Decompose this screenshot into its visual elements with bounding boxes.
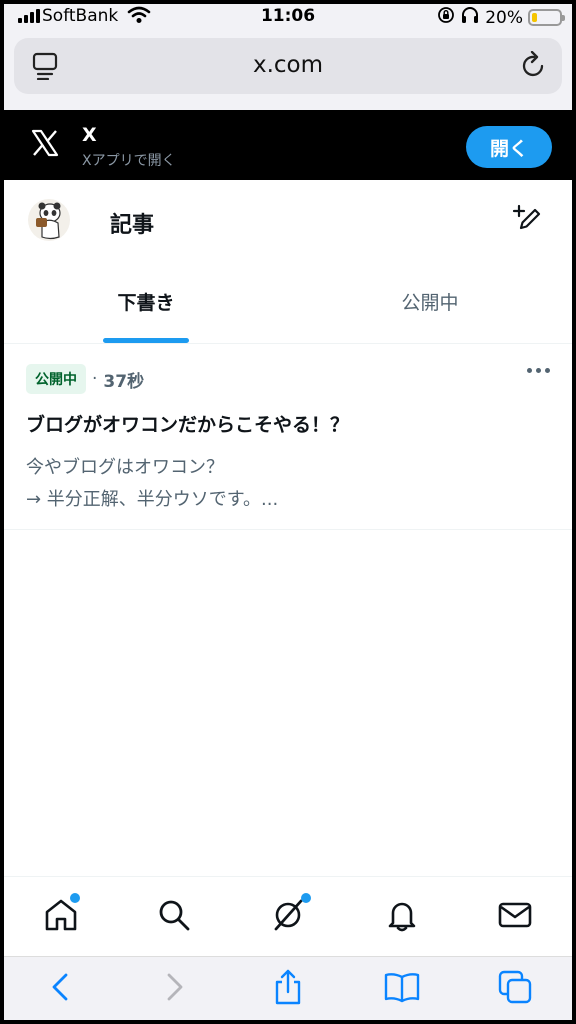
nav-notifications[interactable]	[345, 877, 459, 956]
tab-drafts[interactable]: 下書き	[4, 260, 288, 343]
headphones-icon	[460, 6, 480, 29]
screen: SoftBank 11:06 20% x.com X Xアプリで開く 開く 記事…	[4, 4, 572, 1020]
nav-grok[interactable]	[231, 877, 345, 956]
forward-button[interactable]	[118, 957, 232, 1020]
avatar[interactable]	[28, 199, 70, 241]
tabs-icon	[497, 969, 533, 1009]
page-header: 記事	[4, 180, 572, 260]
share-button[interactable]	[231, 957, 345, 1020]
nav-home[interactable]	[4, 877, 118, 956]
banner-subtitle: Xアプリで開く	[82, 153, 176, 169]
back-button[interactable]	[4, 957, 118, 1020]
nav-messages[interactable]	[458, 877, 572, 956]
bookmarks-icon	[383, 971, 421, 1007]
forward-icon	[159, 971, 189, 1007]
status-bar: SoftBank 11:06 20%	[4, 4, 572, 30]
grok-notification-dot	[301, 893, 312, 903]
page-title: 記事	[110, 213, 155, 238]
excerpt-line: → 半分正解、半分ウソです。...	[26, 489, 279, 510]
tab-label: 公開中	[401, 292, 459, 314]
meta-separator: ·	[92, 369, 98, 389]
bookmarks-button[interactable]	[345, 957, 459, 1020]
grok-icon	[270, 897, 306, 937]
tabs-button[interactable]	[458, 957, 572, 1020]
article-list-item[interactable]: 公開中 · 37秒 ブログがオワコンだからこそやる！？ 今やブログはオワコン？ …	[4, 344, 572, 530]
x-logo-icon	[30, 128, 60, 162]
article-excerpt: 今やブログはオワコン？ → 半分正解、半分ウソです。...	[26, 452, 278, 516]
compose-article-icon[interactable]	[512, 204, 542, 238]
url-text[interactable]: x.com	[14, 52, 562, 78]
notifications-icon	[384, 897, 420, 937]
battery-icon	[528, 9, 565, 26]
nav-search[interactable]	[118, 877, 232, 956]
tab-published[interactable]: 公開中	[288, 260, 572, 343]
tab-active-indicator	[103, 338, 189, 343]
back-icon	[46, 971, 76, 1007]
excerpt-line: 今やブログはオワコン？	[26, 457, 224, 478]
browser-chrome: SoftBank 11:06 20% x.com	[4, 4, 572, 110]
share-icon	[272, 969, 304, 1009]
more-options-icon[interactable]	[527, 368, 550, 373]
bottom-navigation	[4, 876, 572, 956]
open-in-app-button[interactable]: 開く	[466, 126, 552, 168]
rotation-lock-icon	[437, 6, 455, 29]
article-tabs: 下書き 公開中	[4, 260, 572, 344]
reload-icon[interactable]	[520, 50, 546, 83]
article-title: ブログがオワコンだからこそやる！？	[26, 414, 350, 436]
article-meta: 公開中 · 37秒	[26, 364, 144, 394]
banner-app-name: X	[82, 124, 97, 146]
address-bar[interactable]: x.com	[14, 38, 562, 94]
article-time: 37秒	[103, 371, 145, 392]
browser-toolbar	[4, 956, 572, 1020]
status-badge: 公開中	[26, 364, 86, 394]
app-banner: X Xアプリで開く 開く	[4, 110, 572, 180]
tab-label: 下書き	[117, 292, 175, 314]
search-icon	[156, 897, 192, 937]
messages-icon	[497, 897, 533, 937]
home-notification-dot	[70, 893, 80, 903]
battery-percent: 20%	[485, 7, 523, 28]
